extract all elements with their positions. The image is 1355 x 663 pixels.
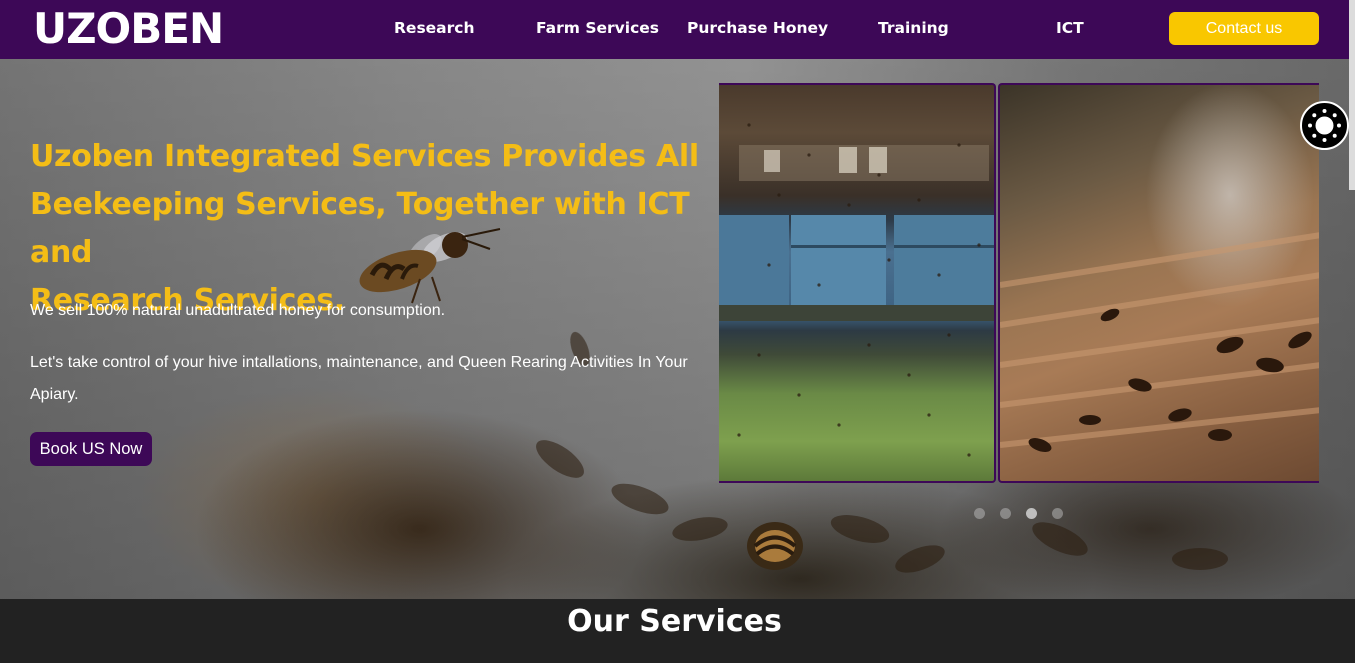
nav-link-purchase-honey[interactable]: Purchase Honey <box>687 18 828 38</box>
contact-us-button[interactable]: Contact us <box>1169 12 1319 45</box>
nav-link-farm-services[interactable]: Farm Services <box>536 18 659 38</box>
flying-bee-icon <box>359 228 501 304</box>
hero-paragraph-honey: We sell 100% natural unadultrated honey … <box>30 302 446 319</box>
nav-link-ict[interactable]: ICT <box>1056 18 1084 38</box>
foreground-bee-icon <box>747 522 803 570</box>
brand-logo[interactable]: UZOBEN <box>33 6 224 52</box>
top-navbar: UZOBEN Research Farm Services Purchase H… <box>0 0 1355 59</box>
page-scrollbar[interactable] <box>1349 0 1355 190</box>
carousel-dot-4[interactable] <box>1052 508 1063 519</box>
carousel-slide-hives[interactable] <box>719 83 996 483</box>
hero-headline-line: Uzoben Integrated Services Provides All <box>30 139 699 174</box>
frames-photo <box>1000 232 1319 452</box>
hero-paragraph-hive: Let's take control of your hive intallat… <box>30 354 688 403</box>
services-title: Our Services <box>567 604 782 639</box>
carousel-dot-3[interactable] <box>1026 508 1037 519</box>
services-section: Our Services <box>0 599 1349 663</box>
carousel-dot-2[interactable] <box>1000 508 1011 519</box>
accessibility-icon[interactable] <box>1300 101 1349 150</box>
nav-link-training[interactable]: Training <box>878 18 949 38</box>
carousel-slide-frames[interactable] <box>998 83 1319 483</box>
carousel-dot-1[interactable] <box>974 508 985 519</box>
nav-link-research[interactable]: Research <box>394 18 475 38</box>
hives-photo <box>719 123 994 457</box>
book-us-now-button[interactable]: Book US Now <box>30 432 152 466</box>
hero-section: Uzoben Integrated Services Provides All … <box>0 59 1355 599</box>
